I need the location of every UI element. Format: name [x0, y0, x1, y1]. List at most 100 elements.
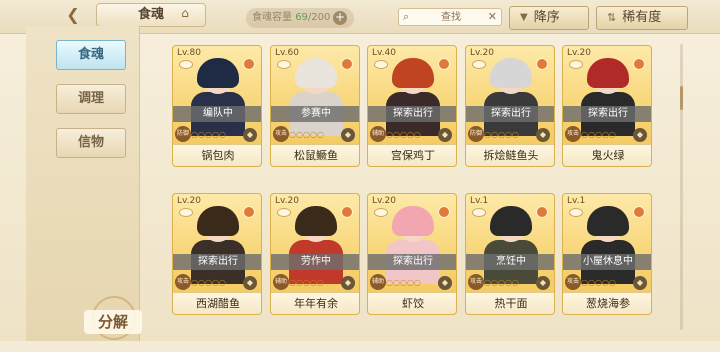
clear-icon[interactable]: ✕: [488, 10, 497, 23]
sidebar: 食魂 调理 信物 分解: [26, 26, 142, 341]
star-rating-icon: ○○○○○: [386, 130, 421, 139]
star-rating-icon: ○○○○○: [484, 278, 519, 287]
card-name: 西湖醋鱼: [173, 292, 261, 314]
role-icon: 辅助: [273, 274, 289, 290]
role-icon: 防御: [468, 126, 484, 142]
add-capacity-button[interactable]: +: [333, 11, 347, 25]
trait-icon: ◆: [633, 128, 647, 142]
card-name: 虾饺: [368, 292, 456, 314]
character-card[interactable]: Lv.20 探索出行 攻击 ○○○○○ ◆ 鬼火绿: [562, 45, 652, 167]
tab-xinwu[interactable]: 信物: [56, 128, 126, 158]
element-badge-icon: [633, 58, 645, 70]
card-status: 探索出行: [368, 106, 456, 122]
star-rating-icon: ○○○○○: [289, 278, 324, 287]
app-root: ❮ 食魂 ⌂ 食魂容量 69/200 + ⌕ ✕ ▼ 降序 ⇅ 稀有度 食魂 调…: [0, 0, 720, 341]
card-name: 年年有余: [271, 292, 359, 314]
eye-icon[interactable]: [374, 60, 388, 69]
sort-descending-label: 降序: [533, 10, 560, 25]
card-status: 小屋休息中: [563, 254, 651, 270]
card-level: Lv.20: [275, 196, 299, 206]
character-hair: [197, 206, 239, 236]
eye-icon[interactable]: [569, 208, 583, 217]
character-card[interactable]: Lv.20 劳作中 辅助 ○○○○○ ◆ 年年有余: [270, 193, 360, 315]
search-box[interactable]: ⌕ ✕: [398, 8, 502, 26]
card-name: 锅包肉: [173, 144, 261, 166]
eye-icon[interactable]: [472, 208, 486, 217]
card-status: 劳作中: [271, 254, 359, 270]
scrollbar-thumb[interactable]: [680, 86, 683, 110]
role-icon: 攻击: [175, 274, 191, 290]
character-card[interactable]: Lv.20 探索出行 攻击 ○○○○○ ◆ 西湖醋鱼: [172, 193, 262, 315]
card-level: Lv.20: [177, 196, 201, 206]
back-arrow-icon[interactable]: ❮: [58, 3, 88, 25]
trait-icon: ◆: [243, 128, 257, 142]
card-level: Lv.60: [275, 48, 299, 58]
element-badge-icon: [536, 58, 548, 70]
search-input[interactable]: [417, 9, 485, 25]
eye-icon[interactable]: [179, 208, 193, 217]
character-hair: [392, 58, 434, 88]
role-icon: 攻击: [565, 274, 581, 290]
trait-icon: ◆: [341, 276, 355, 290]
character-card[interactable]: Lv.20 探索出行 辅助 ○○○○○ ◆ 虾饺: [367, 193, 457, 315]
character-hair: [490, 206, 532, 236]
capacity-label: 食魂容量: [252, 12, 292, 23]
capacity-current: 69: [295, 12, 308, 23]
card-level: Lv.20: [470, 48, 494, 58]
character-card[interactable]: Lv.40 探索出行 辅助 ○○○○○ ◆ 宫保鸡丁: [367, 45, 457, 167]
element-badge-icon: [438, 58, 450, 70]
search-icon: ⌕: [403, 10, 410, 23]
tab-shihun[interactable]: 食魂: [56, 40, 126, 70]
eye-icon[interactable]: [277, 60, 291, 69]
star-rating-icon: ○○○○○: [191, 130, 226, 139]
card-status: 探索出行: [173, 254, 261, 270]
star-rating-icon: ○○○○○: [386, 278, 421, 287]
character-card[interactable]: Lv.1 烹饪中 攻击 ○○○○○ ◆ 热干面: [465, 193, 555, 315]
character-card[interactable]: Lv.80 编队中 防御 ○○○○○ ◆ 锅包肉: [172, 45, 262, 167]
role-icon: 辅助: [370, 274, 386, 290]
role-icon: 攻击: [273, 126, 289, 142]
eye-icon[interactable]: [374, 208, 388, 217]
element-badge-icon: [243, 58, 255, 70]
card-status: 探索出行: [563, 106, 651, 122]
sort-descending-button[interactable]: ▼ 降序: [509, 6, 589, 30]
trait-icon: ◆: [536, 128, 550, 142]
card-name: 热干面: [466, 292, 554, 314]
eye-icon[interactable]: [179, 60, 193, 69]
home-icon[interactable]: ⌂: [178, 7, 192, 19]
character-card[interactable]: Lv.1 小屋休息中 攻击 ○○○○○ ◆ 葱烧海参: [562, 193, 652, 315]
trait-icon: ◆: [243, 276, 257, 290]
tab-tiaoli[interactable]: 调理: [56, 84, 126, 114]
element-badge-icon: [243, 206, 255, 218]
element-badge-icon: [341, 58, 353, 70]
eye-icon[interactable]: [569, 60, 583, 69]
character-hair: [197, 58, 239, 88]
card-level: Lv.20: [372, 196, 396, 206]
eye-icon[interactable]: [277, 208, 291, 217]
card-status: 探索出行: [368, 254, 456, 270]
trait-icon: ◆: [536, 276, 550, 290]
decompose-label: 分解: [84, 310, 142, 334]
character-hair: [295, 58, 337, 88]
star-rating-icon: ○○○○○: [289, 130, 324, 139]
card-status: 探索出行: [466, 106, 554, 122]
card-name: 松鼠鳜鱼: [271, 144, 359, 166]
trait-icon: ◆: [341, 128, 355, 142]
card-status: 参赛中: [271, 106, 359, 122]
sort-rarity-button[interactable]: ⇅ 稀有度: [596, 6, 688, 30]
card-status: 编队中: [173, 106, 261, 122]
star-rating-icon: ○○○○○: [581, 130, 616, 139]
role-icon: 攻击: [565, 126, 581, 142]
character-card[interactable]: Lv.20 探索出行 防御 ○○○○○ ◆ 拆烩鲢鱼头: [465, 45, 555, 167]
element-badge-icon: [438, 206, 450, 218]
star-rating-icon: ○○○○○: [191, 278, 226, 287]
card-level: Lv.20: [567, 48, 591, 58]
star-rating-icon: ○○○○○: [581, 278, 616, 287]
character-hair: [392, 206, 434, 236]
element-badge-icon: [536, 206, 548, 218]
eye-icon[interactable]: [472, 60, 486, 69]
character-hair: [587, 206, 629, 236]
role-icon: 防御: [175, 126, 191, 142]
character-card[interactable]: Lv.60 参赛中 攻击 ○○○○○ ◆ 松鼠鳜鱼: [270, 45, 360, 167]
decompose-button[interactable]: 分解: [74, 292, 148, 352]
